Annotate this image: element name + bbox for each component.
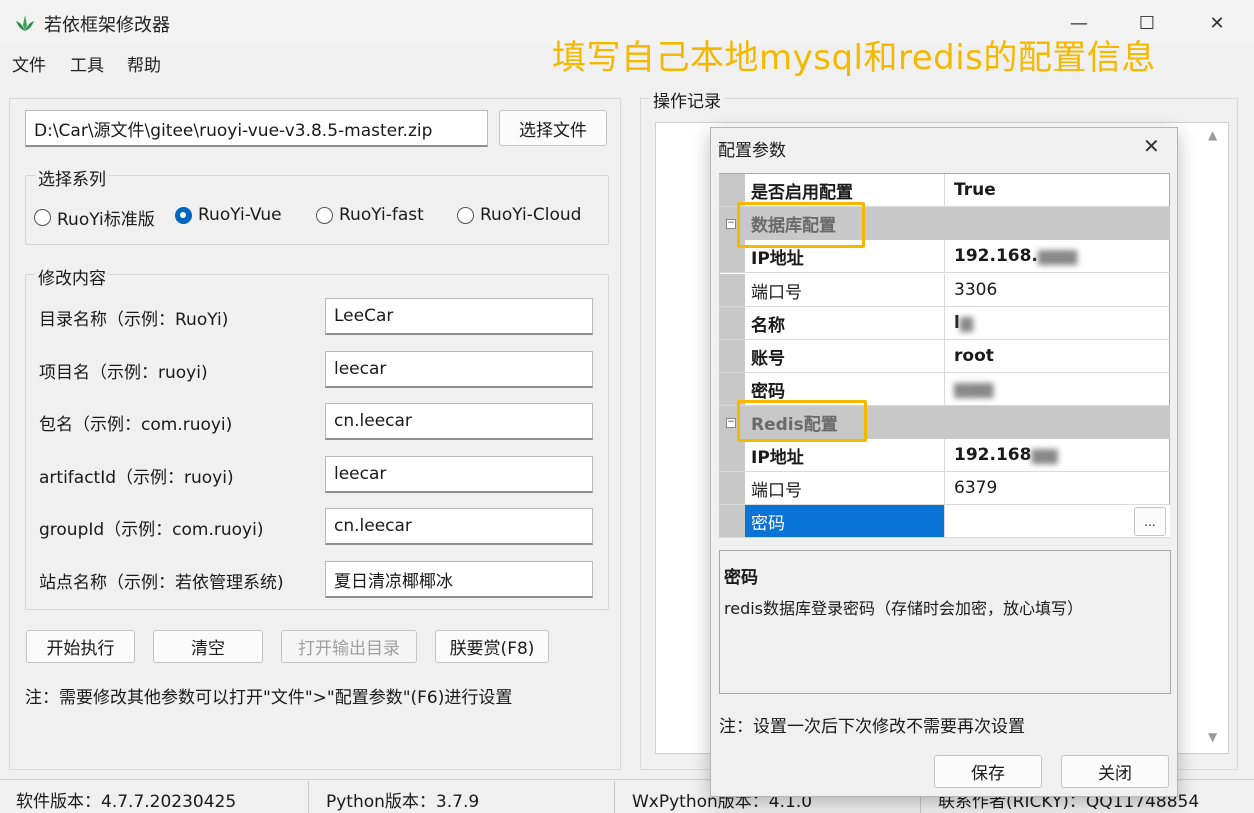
scroll-up-icon[interactable]: ▲ xyxy=(1208,128,1217,142)
dialog-note: 注：设置一次后下次修改不需要再次设置 xyxy=(719,717,1025,737)
series-group-title: 选择系列 xyxy=(35,165,109,190)
highlight-box-redis xyxy=(737,400,867,442)
start-button[interactable]: 开始执行 xyxy=(26,630,135,663)
modify-group-title: 修改内容 xyxy=(35,264,109,289)
project-name-input[interactable]: leecar xyxy=(325,351,593,388)
choose-file-button[interactable]: 选择文件 xyxy=(499,110,607,146)
prop-value[interactable]: 6379 xyxy=(946,472,1170,504)
prop-value[interactable]: 192.168 ▆▆ xyxy=(946,439,1170,471)
status-divider xyxy=(614,781,615,813)
menu-tools[interactable]: 工具 xyxy=(70,51,104,76)
dialog-close-icon[interactable]: ✕ xyxy=(1143,134,1160,158)
radio-ruoyi-fast[interactable]: RuoYi-fast xyxy=(316,205,424,225)
log-title: 操作记录 xyxy=(650,87,724,112)
prop-key: 账号 xyxy=(745,340,945,372)
dialog-title: 配置参数 xyxy=(718,141,786,161)
radio-button-icon xyxy=(457,206,474,224)
field-label: artifactId（示例：ruoyi) xyxy=(39,468,234,488)
window-title: 若依框架修改器 xyxy=(44,15,170,36)
radio-button-icon xyxy=(316,206,333,224)
open-output-button[interactable]: 打开输出目录 xyxy=(281,630,417,663)
prop-value[interactable]: True xyxy=(946,174,1170,206)
radio-ruoyi-vue[interactable]: RuoYi-Vue xyxy=(175,205,282,225)
prop-key: 密码 xyxy=(745,505,945,537)
field-label: 站点名称（示例：若依管理系统) xyxy=(39,573,284,593)
prop-key: IP地址 xyxy=(745,439,945,471)
radio-ruoyi-standard[interactable]: RuoYi标准版 xyxy=(34,205,155,230)
prop-value[interactable]: root xyxy=(946,340,1170,372)
description-panel xyxy=(719,550,1171,694)
group-id-input[interactable]: cn.leecar xyxy=(325,508,593,545)
collapse-icon[interactable]: − xyxy=(726,219,736,229)
radio-selected-icon xyxy=(175,206,192,224)
prop-value[interactable]: 3306 xyxy=(946,274,1170,306)
field-label: 目录名称（示例：RuoYi) xyxy=(39,310,229,330)
status-divider xyxy=(308,781,309,813)
prop-row-redis-ip[interactable]: IP地址 192.168 ▆▆ xyxy=(719,439,1170,472)
redacted-blur: ▆▆▆ xyxy=(954,379,994,399)
artifact-id-input[interactable]: leecar xyxy=(325,456,593,493)
scroll-down-icon[interactable]: ▼ xyxy=(1208,730,1217,744)
python-version: Python版本：3.7.9 xyxy=(326,792,480,812)
radio-ruoyi-cloud[interactable]: RuoYi-Cloud xyxy=(457,205,581,225)
menu-file[interactable]: 文件 xyxy=(12,51,46,76)
settings-note: 注：需要修改其他参数可以打开"文件">"配置参数"(F6)进行设置 xyxy=(25,688,513,708)
field-label: groupId（示例：com.ruoyi) xyxy=(39,520,264,540)
dialog-close-button[interactable]: 关闭 xyxy=(1061,755,1169,788)
description-title: 密码 xyxy=(724,568,758,588)
clear-button[interactable]: 清空 xyxy=(153,630,263,663)
prop-key: 名称 xyxy=(745,307,945,339)
package-name-input[interactable]: cn.leecar xyxy=(325,403,593,440)
prop-row-db-port[interactable]: 端口号 3306 xyxy=(719,274,1170,307)
description-text: redis数据库登录密码（存储时会加密，放心填写） xyxy=(724,599,1084,618)
prop-value[interactable]: l ▆ xyxy=(946,307,1170,339)
close-window-button[interactable]: ✕ xyxy=(1194,6,1240,40)
reward-button[interactable]: 朕要赏(F8) xyxy=(435,630,549,663)
software-version: 软件版本：4.7.7.20230425 xyxy=(16,792,237,812)
redacted-blur: ▆ xyxy=(959,313,973,333)
site-name-input[interactable]: 夏日清凉椰椰冰 xyxy=(325,561,593,598)
radio-button-icon xyxy=(34,209,51,226)
prop-key: 端口号 xyxy=(745,472,945,504)
ellipsis-button[interactable]: ... xyxy=(1134,507,1166,536)
save-button[interactable]: 保存 xyxy=(934,755,1042,788)
field-label: 包名（示例：com.ruoyi) xyxy=(39,415,233,435)
menu-help[interactable]: 帮助 xyxy=(127,51,161,76)
dir-name-input[interactable]: LeeCar xyxy=(325,298,593,335)
prop-value[interactable]: 192.168. ▆▆▆ xyxy=(946,240,1170,272)
prop-key: 端口号 xyxy=(745,274,945,306)
field-label: 项目名（示例：ruoyi) xyxy=(39,363,208,383)
annotation-text: 填写自己本地mysql和redis的配置信息 xyxy=(552,38,1156,78)
prop-row-db-name[interactable]: 名称 l ▆ xyxy=(719,307,1170,340)
file-path-input[interactable]: D:\Car\源文件\gitee\ruoyi-vue-v3.8.5-master… xyxy=(25,110,488,147)
prop-row-redis-port[interactable]: 端口号 6379 xyxy=(719,472,1170,505)
highlight-box-database xyxy=(737,202,865,248)
redacted-blur: ▆▆ xyxy=(1031,445,1058,465)
collapse-icon[interactable]: − xyxy=(726,418,736,428)
prop-value[interactable]: ▆▆▆ xyxy=(946,373,1170,405)
prop-row-db-account[interactable]: 账号 root xyxy=(719,340,1170,373)
redacted-blur: ▆▆▆ xyxy=(1037,246,1078,266)
app-logo-icon xyxy=(16,15,34,31)
prop-row-redis-password[interactable]: 密码 xyxy=(719,505,1170,538)
